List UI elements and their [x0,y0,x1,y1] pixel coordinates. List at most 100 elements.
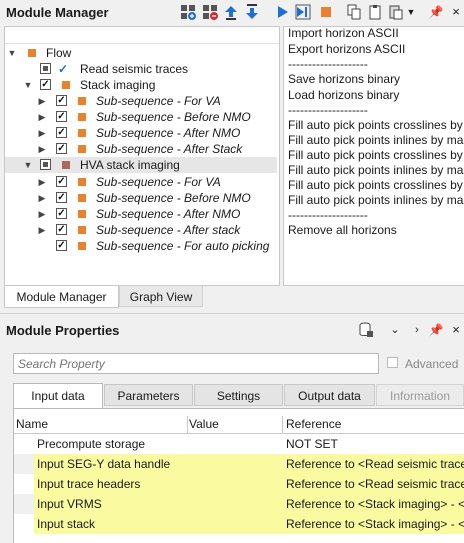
row-reference: NOT SET [286,437,338,451]
column-divider[interactable] [187,416,188,433]
checkbox[interactable]: ✓ [56,224,67,235]
menu-item-save-horizons[interactable]: Save horizons binary [288,71,400,87]
collapse-icon[interactable]: ▶ [37,206,47,222]
module-icon [78,242,86,250]
pin-icon[interactable]: 📌 [428,4,444,20]
row-name: Precompute storage [37,437,146,451]
copy-icon[interactable] [346,4,362,20]
column-header-value[interactable]: Value [189,414,219,434]
tab-label: Input data [31,389,85,403]
module-icon [62,161,70,169]
table-row[interactable]: Input trace headers Reference to <Read s… [14,474,464,494]
tree-item-label: Sub-sequence - Before NMO [96,191,251,205]
tree-item-label: Sub-sequence - For VA [96,175,221,189]
checkbox[interactable]: ✓ [56,111,67,122]
menu-separator: -------------------- [288,208,368,222]
tab-information[interactable]: Information [376,384,464,406]
pin-icon[interactable]: 📌 [428,322,444,338]
collapse-icon[interactable]: ▶ [37,190,47,206]
add-module-icon[interactable] [180,4,196,20]
collapse-icon[interactable]: ▶ [37,222,47,238]
run-icon[interactable] [274,4,290,20]
menu-item-fill-inlines[interactable]: Fill auto pick points inlines by ma [288,162,463,178]
tree-item-label: Sub-sequence - After NMO [96,207,241,221]
collapse-icon[interactable]: ▶ [37,125,47,141]
collapse-icon[interactable]: ▶ [37,109,47,125]
menu-item-remove-horizons[interactable]: Remove all horizons [288,222,397,238]
tree-item-label: Flow [46,46,72,60]
tree-item-label: Sub-sequence - After Stack [96,142,243,156]
expand-icon[interactable]: ▼ [23,157,33,173]
module-icon [78,178,86,186]
close-icon[interactable]: × [448,4,464,20]
checkbox[interactable]: ✓ [56,208,67,219]
checkbox[interactable]: ✓ [56,240,67,251]
collapse-icon[interactable]: ▶ [37,174,47,190]
paste-icon[interactable] [388,4,404,20]
move-up-icon[interactable] [223,4,239,20]
chevron-right-icon[interactable]: › [409,322,425,338]
table-row[interactable]: Input stack Reference to <Stack imaging>… [14,514,464,534]
tree-item-label: Sub-sequence - After NMO [96,126,241,140]
tab-settings[interactable]: Settings [194,384,283,406]
stop-icon[interactable] [318,4,334,20]
module-icon [78,129,86,137]
tree-item-label: Sub-sequence - Before NMO [96,110,251,124]
advanced-checkbox[interactable] [387,357,398,368]
table-row[interactable]: Precompute storage NOT SET [14,434,464,454]
column-header-name[interactable]: Name [16,414,48,434]
column-header-reference[interactable]: Reference [286,414,341,434]
menu-item-fill-inlines[interactable]: Fill auto pick points inlines by ma [288,192,463,208]
module-icon [78,97,86,105]
expand-icon[interactable]: ▼ [23,77,33,93]
expand-icon[interactable]: ▼ [7,45,17,61]
module-icon [78,194,86,202]
clipboard-icon[interactable] [367,4,383,20]
checkbox[interactable] [40,159,51,170]
close-icon[interactable]: × [448,322,464,338]
tree-item-label: Sub-sequence - For auto picking [96,239,270,253]
checkbox[interactable]: ✓ [40,79,51,90]
tab-input-data[interactable]: Input data [13,383,103,408]
row-name: Input SEG-Y data handle [37,457,171,471]
menu-separator: -------------------- [288,57,368,71]
collapse-icon[interactable]: ▶ [37,93,47,109]
menu-item-fill-inlines[interactable]: Fill auto pick points inlines by ma [288,132,463,148]
remove-module-icon[interactable] [202,4,218,20]
chevron-down-icon[interactable]: ⌄ [387,322,403,338]
divider [0,313,464,314]
tab-module-manager[interactable]: Module Manager [4,286,119,308]
checkbox[interactable]: ✓ [56,95,67,106]
database-icon[interactable] [358,322,374,338]
tab-label: Settings [216,389,261,403]
tree-item-hva-stack-imaging[interactable]: ▼ HVA stack imaging [5,157,277,173]
checkbox[interactable]: ✓ [56,176,67,187]
checkbox[interactable]: ✓ [56,192,67,203]
checkbox[interactable] [40,63,51,74]
table-row[interactable]: Input SEG-Y data handle Reference to <Re… [14,454,464,474]
module-icon [78,210,86,218]
menu-item-export-horizons[interactable]: Export horizons ASCII [288,41,405,57]
search-input[interactable] [13,353,379,374]
move-down-icon[interactable] [244,4,260,20]
column-divider[interactable] [282,416,283,433]
collapse-icon[interactable]: ▶ [37,141,47,157]
tree-item-label: Stack imaging [80,78,156,92]
checkbox[interactable]: ✓ [56,127,67,138]
menu-item-fill-crosslines[interactable]: Fill auto pick points crosslines by [288,147,463,163]
run-step-icon[interactable] [295,4,311,20]
tab-parameters[interactable]: Parameters [104,384,193,406]
menu-item-import-horizon[interactable]: Import horizon ASCII [288,25,399,41]
dropdown-icon[interactable]: ▼ [406,4,416,20]
checkbox[interactable]: ✓ [56,143,67,154]
menu-item-fill-crosslines[interactable]: Fill auto pick points crosslines by [288,117,463,133]
check-icon: ✓ [58,62,69,76]
menu-item-load-horizons[interactable]: Load horizons binary [288,87,399,103]
tree-item-label: HVA stack imaging [80,158,180,172]
tab-graph-view[interactable]: Graph View [119,285,203,307]
tab-output-data[interactable]: Output data [284,384,375,406]
tree-item-label: Sub-sequence - After stack [96,223,241,237]
module-icon [62,81,70,89]
table-row[interactable]: Input VRMS Reference to <Stack imaging> … [14,494,464,514]
menu-item-fill-crosslines[interactable]: Fill auto pick points crosslines by [288,177,463,193]
